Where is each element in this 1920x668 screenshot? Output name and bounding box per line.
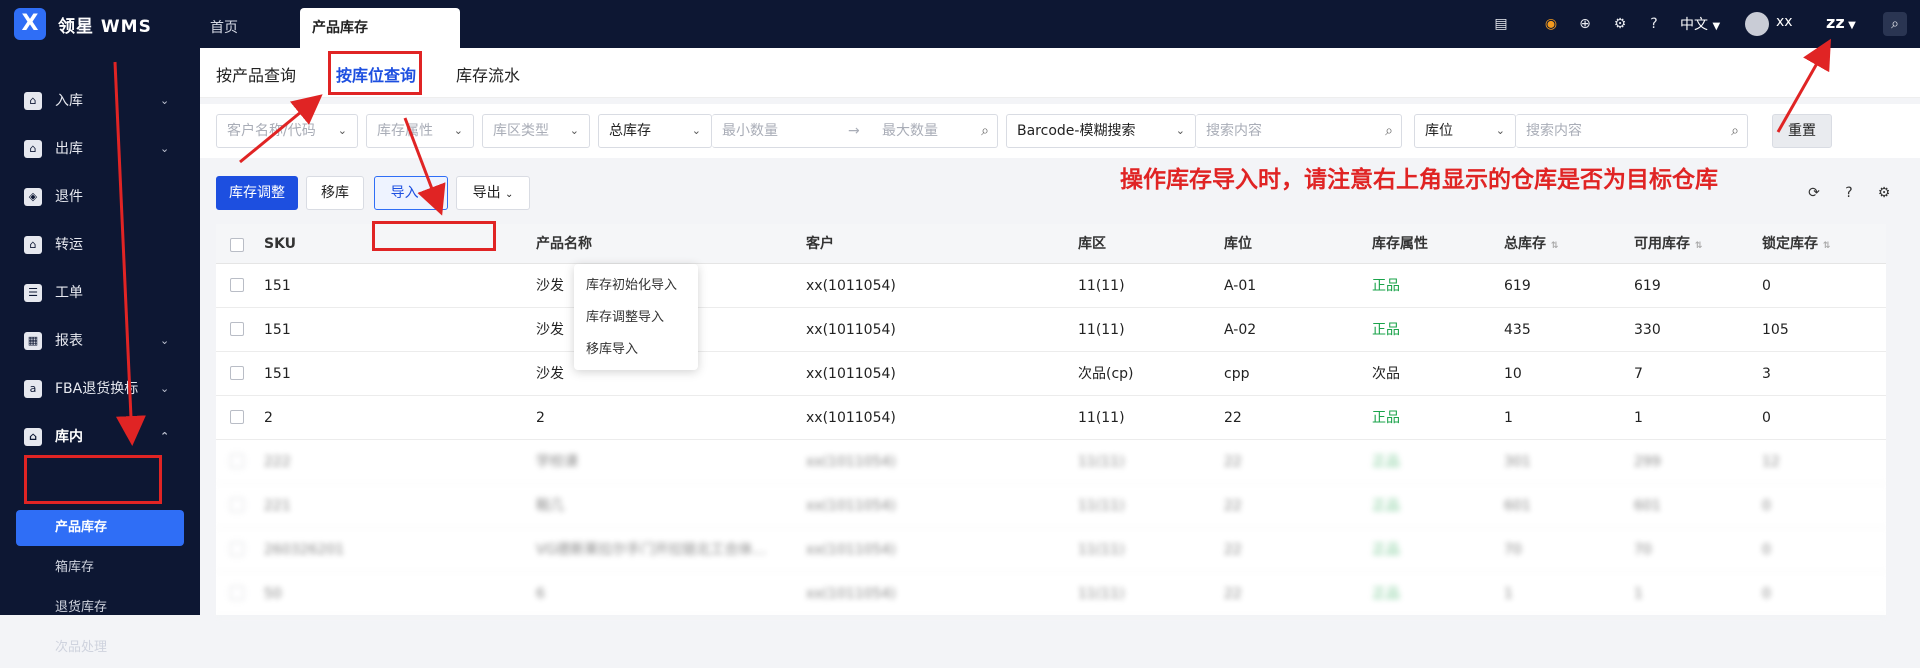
annotation-arrows bbox=[113, 38, 1831, 446]
arrow-to-menu bbox=[403, 117, 446, 216]
arrow-to-warehouse bbox=[1776, 38, 1831, 133]
arrow-to-sidebar bbox=[113, 61, 146, 446]
arrow-to-tab bbox=[239, 94, 323, 164]
sidebar-sub-defective[interactable]: 次品处理 bbox=[0, 628, 200, 668]
